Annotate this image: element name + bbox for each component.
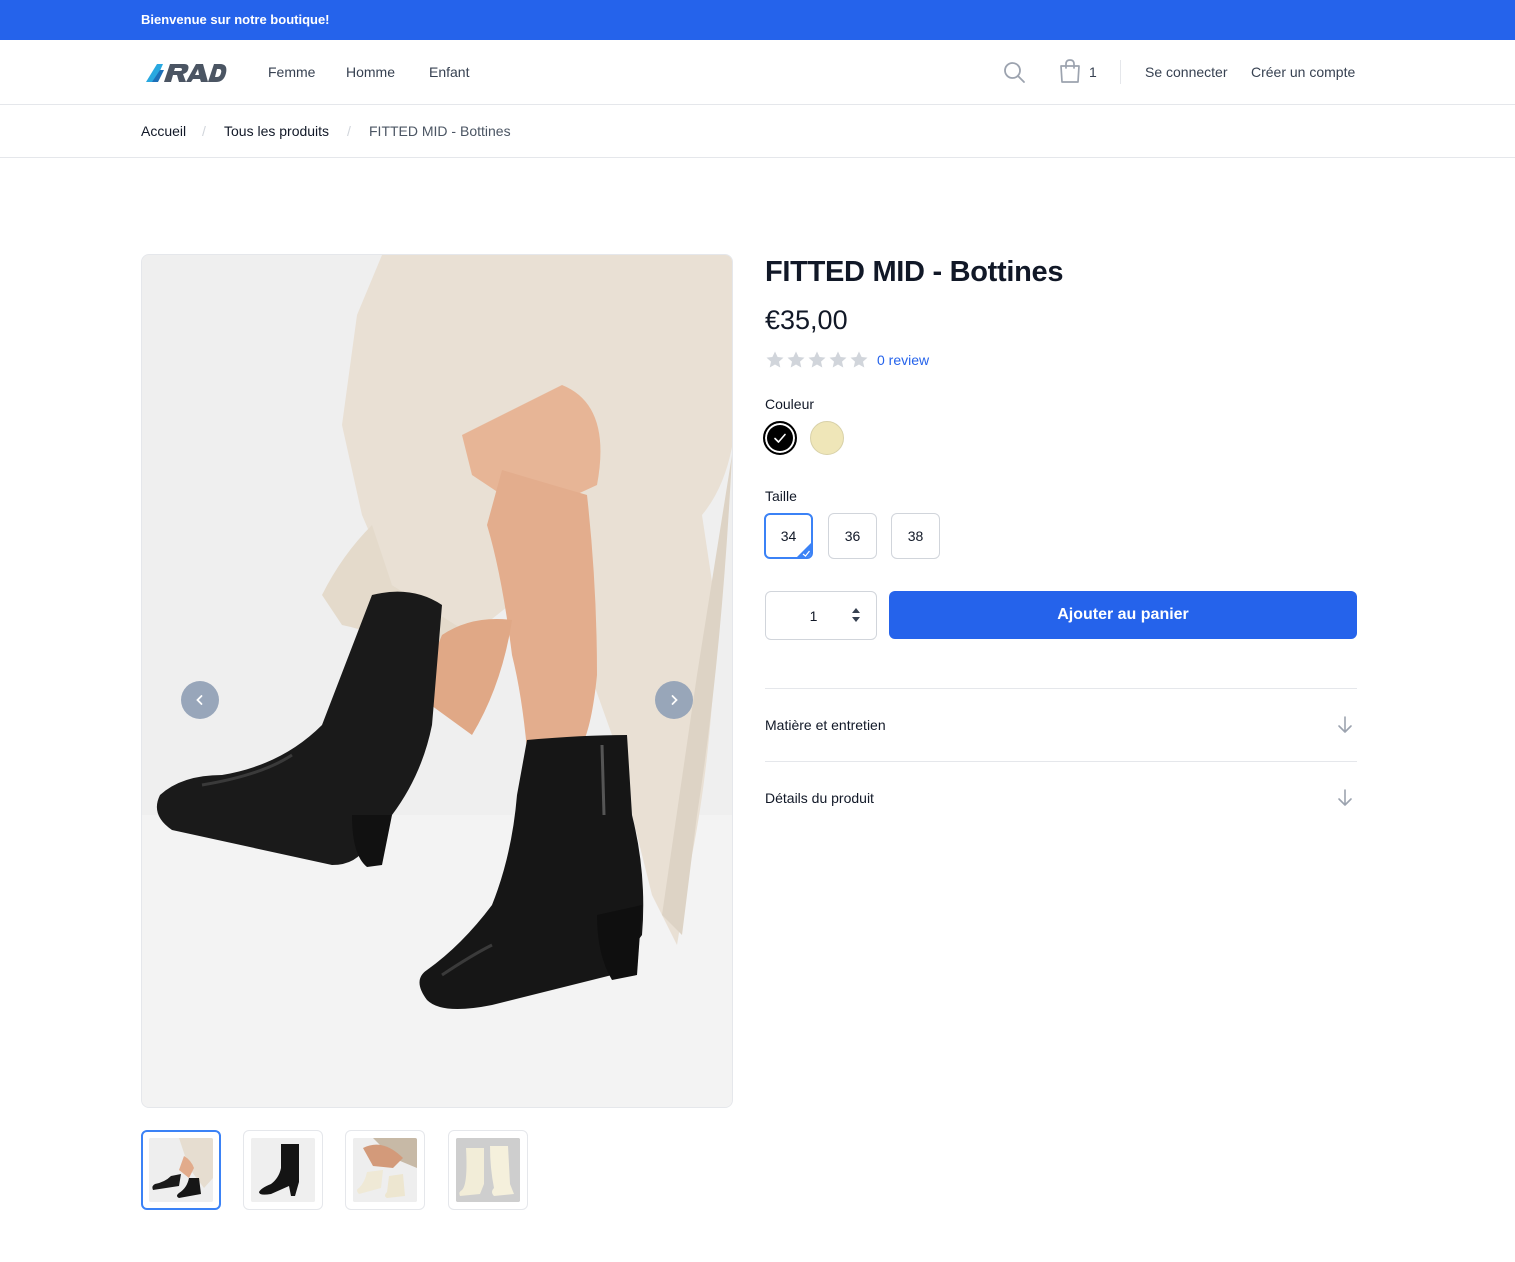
add-to-cart-button[interactable]: Ajouter au panier — [889, 591, 1357, 639]
star-icon — [766, 351, 784, 368]
rad-logo[interactable] — [146, 62, 228, 84]
shopping-bag-icon[interactable] — [1058, 58, 1082, 84]
breadcrumb-current: FITTED MID - Bottines — [369, 123, 511, 139]
accordion-title: Détails du produit — [765, 790, 874, 806]
size-option-36[interactable]: 36 — [828, 513, 877, 559]
quantity-input[interactable] — [776, 604, 851, 628]
chevron-right-icon — [671, 695, 678, 705]
size-option-label: 38 — [907, 528, 924, 544]
nav-femme[interactable]: Femme — [268, 64, 315, 80]
breadcrumb: Accueil / Tous les produits / FITTED MID… — [0, 105, 1515, 158]
selected-check-icon — [797, 543, 811, 557]
gallery-thumbnail-2[interactable] — [243, 1130, 323, 1210]
gallery-thumbnail-1[interactable] — [141, 1130, 221, 1210]
site-header: Femme Homme Enfant 1 Se connecter Créer … — [0, 40, 1515, 105]
arrow-down-icon — [1338, 789, 1352, 806]
gallery-next-button[interactable] — [655, 681, 693, 719]
product-price: €35,00 — [765, 305, 848, 335]
size-option-label: 34 — [780, 528, 797, 544]
size-option-label: 36 — [844, 528, 861, 544]
accordion-title: Matière et entretien — [765, 717, 886, 733]
gallery-thumbnail-4[interactable] — [448, 1130, 528, 1210]
star-icon — [850, 351, 868, 368]
chevron-left-icon — [196, 695, 203, 705]
rating-stars — [765, 350, 869, 370]
color-swatch-black[interactable] — [763, 421, 797, 455]
review-link[interactable]: 0 review — [877, 352, 929, 368]
check-icon — [774, 433, 786, 443]
product-title: FITTED MID - Bottines — [765, 256, 1064, 288]
star-icon — [829, 351, 847, 368]
header-divider — [1120, 60, 1121, 84]
star-icon — [808, 351, 826, 368]
accordion-material-care[interactable]: Matière et entretien — [765, 689, 1357, 761]
size-option-38[interactable]: 38 — [891, 513, 940, 559]
size-option-34[interactable]: 34 — [764, 513, 813, 559]
search-icon[interactable] — [1002, 60, 1026, 84]
color-swatch-cream[interactable] — [810, 421, 844, 455]
gallery-prev-button[interactable] — [181, 681, 219, 719]
quantity-spinner-icon[interactable] — [850, 603, 862, 627]
accordion-product-details[interactable]: Détails du produit — [765, 762, 1357, 834]
announcement-text: Bienvenue sur notre boutique! — [141, 12, 330, 27]
cart-count: 1 — [1089, 64, 1097, 80]
breadcrumb-home[interactable]: Accueil — [141, 123, 186, 139]
announcement-bar: Bienvenue sur notre boutique! — [0, 0, 1515, 40]
nav-homme[interactable]: Homme — [346, 64, 395, 80]
arrow-down-icon — [1338, 716, 1352, 733]
color-label: Couleur — [765, 396, 815, 412]
gallery-thumbnail-3[interactable] — [345, 1130, 425, 1210]
login-link[interactable]: Se connecter — [1145, 64, 1228, 80]
breadcrumb-all-products[interactable]: Tous les produits — [224, 123, 329, 139]
signup-link[interactable]: Créer un compte — [1251, 64, 1355, 80]
nav-enfant[interactable]: Enfant — [429, 64, 469, 80]
product-main-image — [141, 254, 733, 1108]
breadcrumb-separator: / — [202, 123, 206, 139]
breadcrumb-separator: / — [347, 123, 351, 139]
star-icon — [787, 351, 805, 368]
size-label: Taille — [765, 488, 797, 504]
